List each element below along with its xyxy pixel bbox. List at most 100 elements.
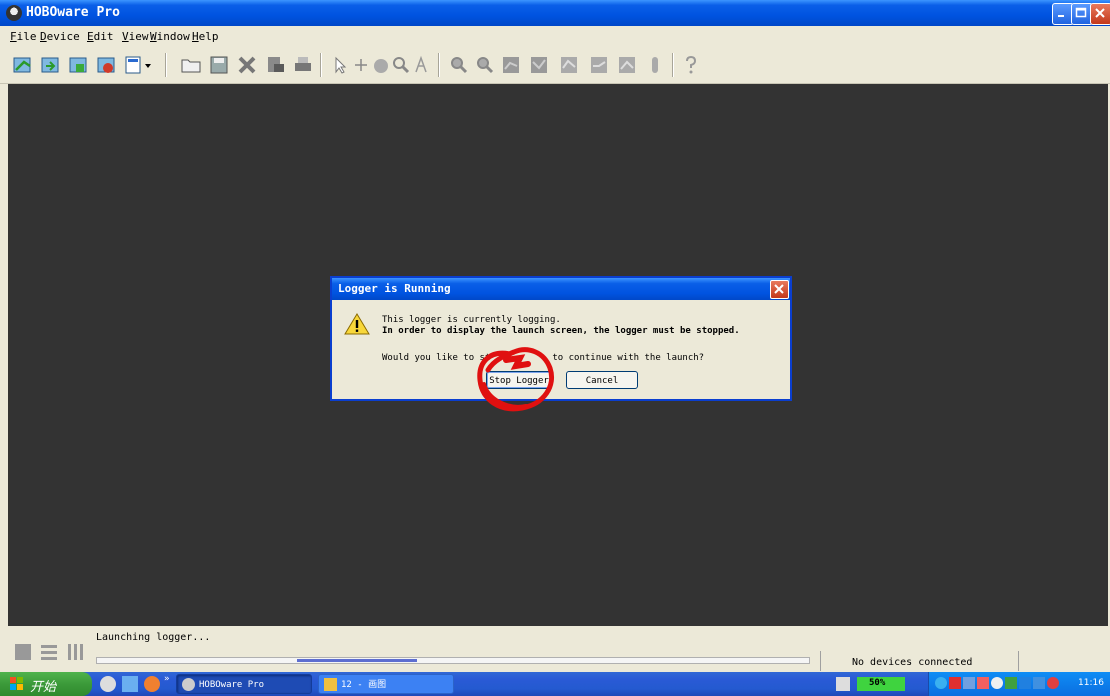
taskbar-item-hoboware[interactable]: HOBOware Pro bbox=[176, 674, 312, 694]
stop-icon[interactable] bbox=[96, 54, 118, 76]
tray-icon-6[interactable] bbox=[1005, 677, 1017, 689]
toolbar bbox=[0, 47, 1110, 84]
stop-logger-button[interactable]: Stop Logger bbox=[486, 371, 552, 389]
menu-help-label: elp bbox=[198, 30, 219, 43]
windows-logo-icon bbox=[10, 677, 23, 690]
device-status: No devices connected bbox=[852, 657, 973, 668]
tray-icon-7[interactable] bbox=[1019, 677, 1031, 689]
tray-icon-4[interactable] bbox=[977, 677, 989, 689]
plot-icon-1[interactable] bbox=[500, 54, 522, 76]
print-icon[interactable] bbox=[292, 54, 314, 76]
network-icon[interactable] bbox=[836, 677, 850, 691]
zoom-out-icon[interactable] bbox=[474, 54, 496, 76]
dialog-question: Would you like to st to continue with the… bbox=[382, 353, 704, 363]
plot-icon-3[interactable] bbox=[558, 54, 580, 76]
dialog-close-button[interactable] bbox=[770, 280, 789, 299]
menu-edit[interactable]: Edit bbox=[87, 30, 114, 43]
menu-window-mnemonic: W bbox=[150, 30, 157, 43]
plot-icon-2[interactable] bbox=[528, 54, 550, 76]
plot-icon-4[interactable] bbox=[588, 54, 610, 76]
dialog-title-bar: Logger is Running bbox=[332, 278, 790, 300]
title-bar: HOBOware Pro bbox=[0, 0, 1110, 26]
quicklaunch-icon-2[interactable] bbox=[122, 676, 138, 692]
dialog-message-1: This logger is currently logging. bbox=[382, 315, 561, 325]
quicklaunch-icon-3[interactable] bbox=[144, 676, 160, 692]
app-icon bbox=[6, 5, 22, 21]
cancel-button[interactable]: Cancel bbox=[566, 371, 638, 389]
warning-icon bbox=[344, 312, 370, 336]
toolbar-separator bbox=[320, 53, 322, 77]
menu-window[interactable]: Window bbox=[150, 30, 190, 43]
menu-window-label: indow bbox=[156, 30, 190, 43]
menu-device[interactable]: Device bbox=[40, 30, 80, 43]
status-separator bbox=[1018, 651, 1019, 671]
menu-view-label: iew bbox=[128, 30, 149, 43]
start-button[interactable]: 开始 bbox=[0, 672, 92, 696]
dialog-question-start: Would you like to st bbox=[382, 353, 491, 363]
taskbar-item-label: HOBOware Pro bbox=[199, 680, 265, 690]
menu-device-label: evice bbox=[46, 30, 80, 43]
paint-task-icon bbox=[324, 678, 337, 691]
dialog-title: Logger is Running bbox=[338, 282, 451, 295]
menu-file[interactable]: File bbox=[10, 30, 37, 43]
toolbar-separator bbox=[672, 53, 674, 77]
taskbar: 开始 » HOBOware Pro 12 - 画图 50% 11:16 bbox=[0, 672, 1110, 696]
list-view-icon[interactable] bbox=[40, 643, 58, 661]
status-message: Launching logger... bbox=[96, 632, 211, 643]
close-button[interactable] bbox=[1090, 3, 1110, 25]
tray-icon-9[interactable] bbox=[1047, 677, 1059, 689]
menu-bar: File Device Edit View Window Help bbox=[0, 26, 1110, 46]
menu-edit-mnemonic: E bbox=[87, 30, 94, 43]
tray-icon-8[interactable] bbox=[1033, 677, 1045, 689]
taskbar-item-paint[interactable]: 12 - 画图 bbox=[318, 674, 454, 694]
hoboware-window: HOBOware Pro File Device Edit View Windo… bbox=[0, 0, 1110, 672]
menu-file-mnemonic: F bbox=[10, 30, 17, 43]
device-dropdown-icon[interactable] bbox=[124, 54, 154, 76]
column-view-icon[interactable] bbox=[66, 643, 84, 661]
zoom-icon[interactable] bbox=[390, 54, 412, 76]
export-icon[interactable] bbox=[264, 54, 286, 76]
chevron-right-icon[interactable]: » bbox=[164, 674, 169, 684]
battery-level: 50% bbox=[869, 678, 886, 688]
toolbar-separator bbox=[165, 53, 167, 77]
menu-edit-label: dit bbox=[93, 30, 114, 43]
tray-icon-2[interactable] bbox=[949, 677, 961, 689]
label-icon[interactable] bbox=[410, 54, 432, 76]
save-icon[interactable] bbox=[208, 54, 230, 76]
menu-help[interactable]: Help bbox=[192, 30, 219, 43]
hoboware-task-icon bbox=[182, 678, 195, 691]
zoom-in-icon[interactable] bbox=[448, 54, 470, 76]
pointer-icon[interactable] bbox=[330, 54, 352, 76]
tile-view-icon[interactable] bbox=[14, 643, 32, 661]
thermometer-icon[interactable] bbox=[644, 54, 666, 76]
open-icon[interactable] bbox=[180, 54, 202, 76]
dialog-question-end: to continue with the launch? bbox=[552, 353, 705, 363]
quicklaunch-icon-1[interactable] bbox=[100, 676, 116, 692]
dialog-message-2: In order to display the launch screen, t… bbox=[382, 326, 740, 336]
taskbar-item-label: 12 - 画图 bbox=[341, 680, 387, 690]
window-title: HOBOware Pro bbox=[26, 5, 120, 20]
help-icon[interactable] bbox=[680, 54, 702, 76]
clock: 11:16 bbox=[1078, 678, 1104, 688]
status-separator bbox=[820, 651, 821, 671]
status-area: Launching logger... No devices connected bbox=[0, 627, 1110, 672]
start-label: 开始 bbox=[30, 680, 57, 695]
tray-icon-1[interactable] bbox=[935, 677, 947, 689]
menu-view[interactable]: View bbox=[122, 30, 149, 43]
logger-running-dialog: Logger is Running This logger is current… bbox=[330, 276, 792, 401]
launch-icon[interactable] bbox=[12, 54, 34, 76]
readout-icon[interactable] bbox=[40, 54, 62, 76]
tray-icon-3[interactable] bbox=[963, 677, 975, 689]
progress-fill bbox=[297, 659, 417, 662]
menu-view-mnemonic: V bbox=[122, 30, 129, 43]
battery-indicator[interactable]: 50% bbox=[857, 677, 905, 691]
plot-icon-5[interactable] bbox=[616, 54, 638, 76]
delete-icon[interactable] bbox=[236, 54, 258, 76]
tray-icon-5[interactable] bbox=[991, 677, 1003, 689]
menu-device-mnemonic: D bbox=[40, 30, 47, 43]
menu-help-mnemonic: H bbox=[192, 30, 199, 43]
hand-icon[interactable] bbox=[370, 54, 392, 76]
toolbar-separator bbox=[438, 53, 440, 77]
crosshair-icon[interactable] bbox=[350, 54, 372, 76]
download-icon[interactable] bbox=[68, 54, 90, 76]
